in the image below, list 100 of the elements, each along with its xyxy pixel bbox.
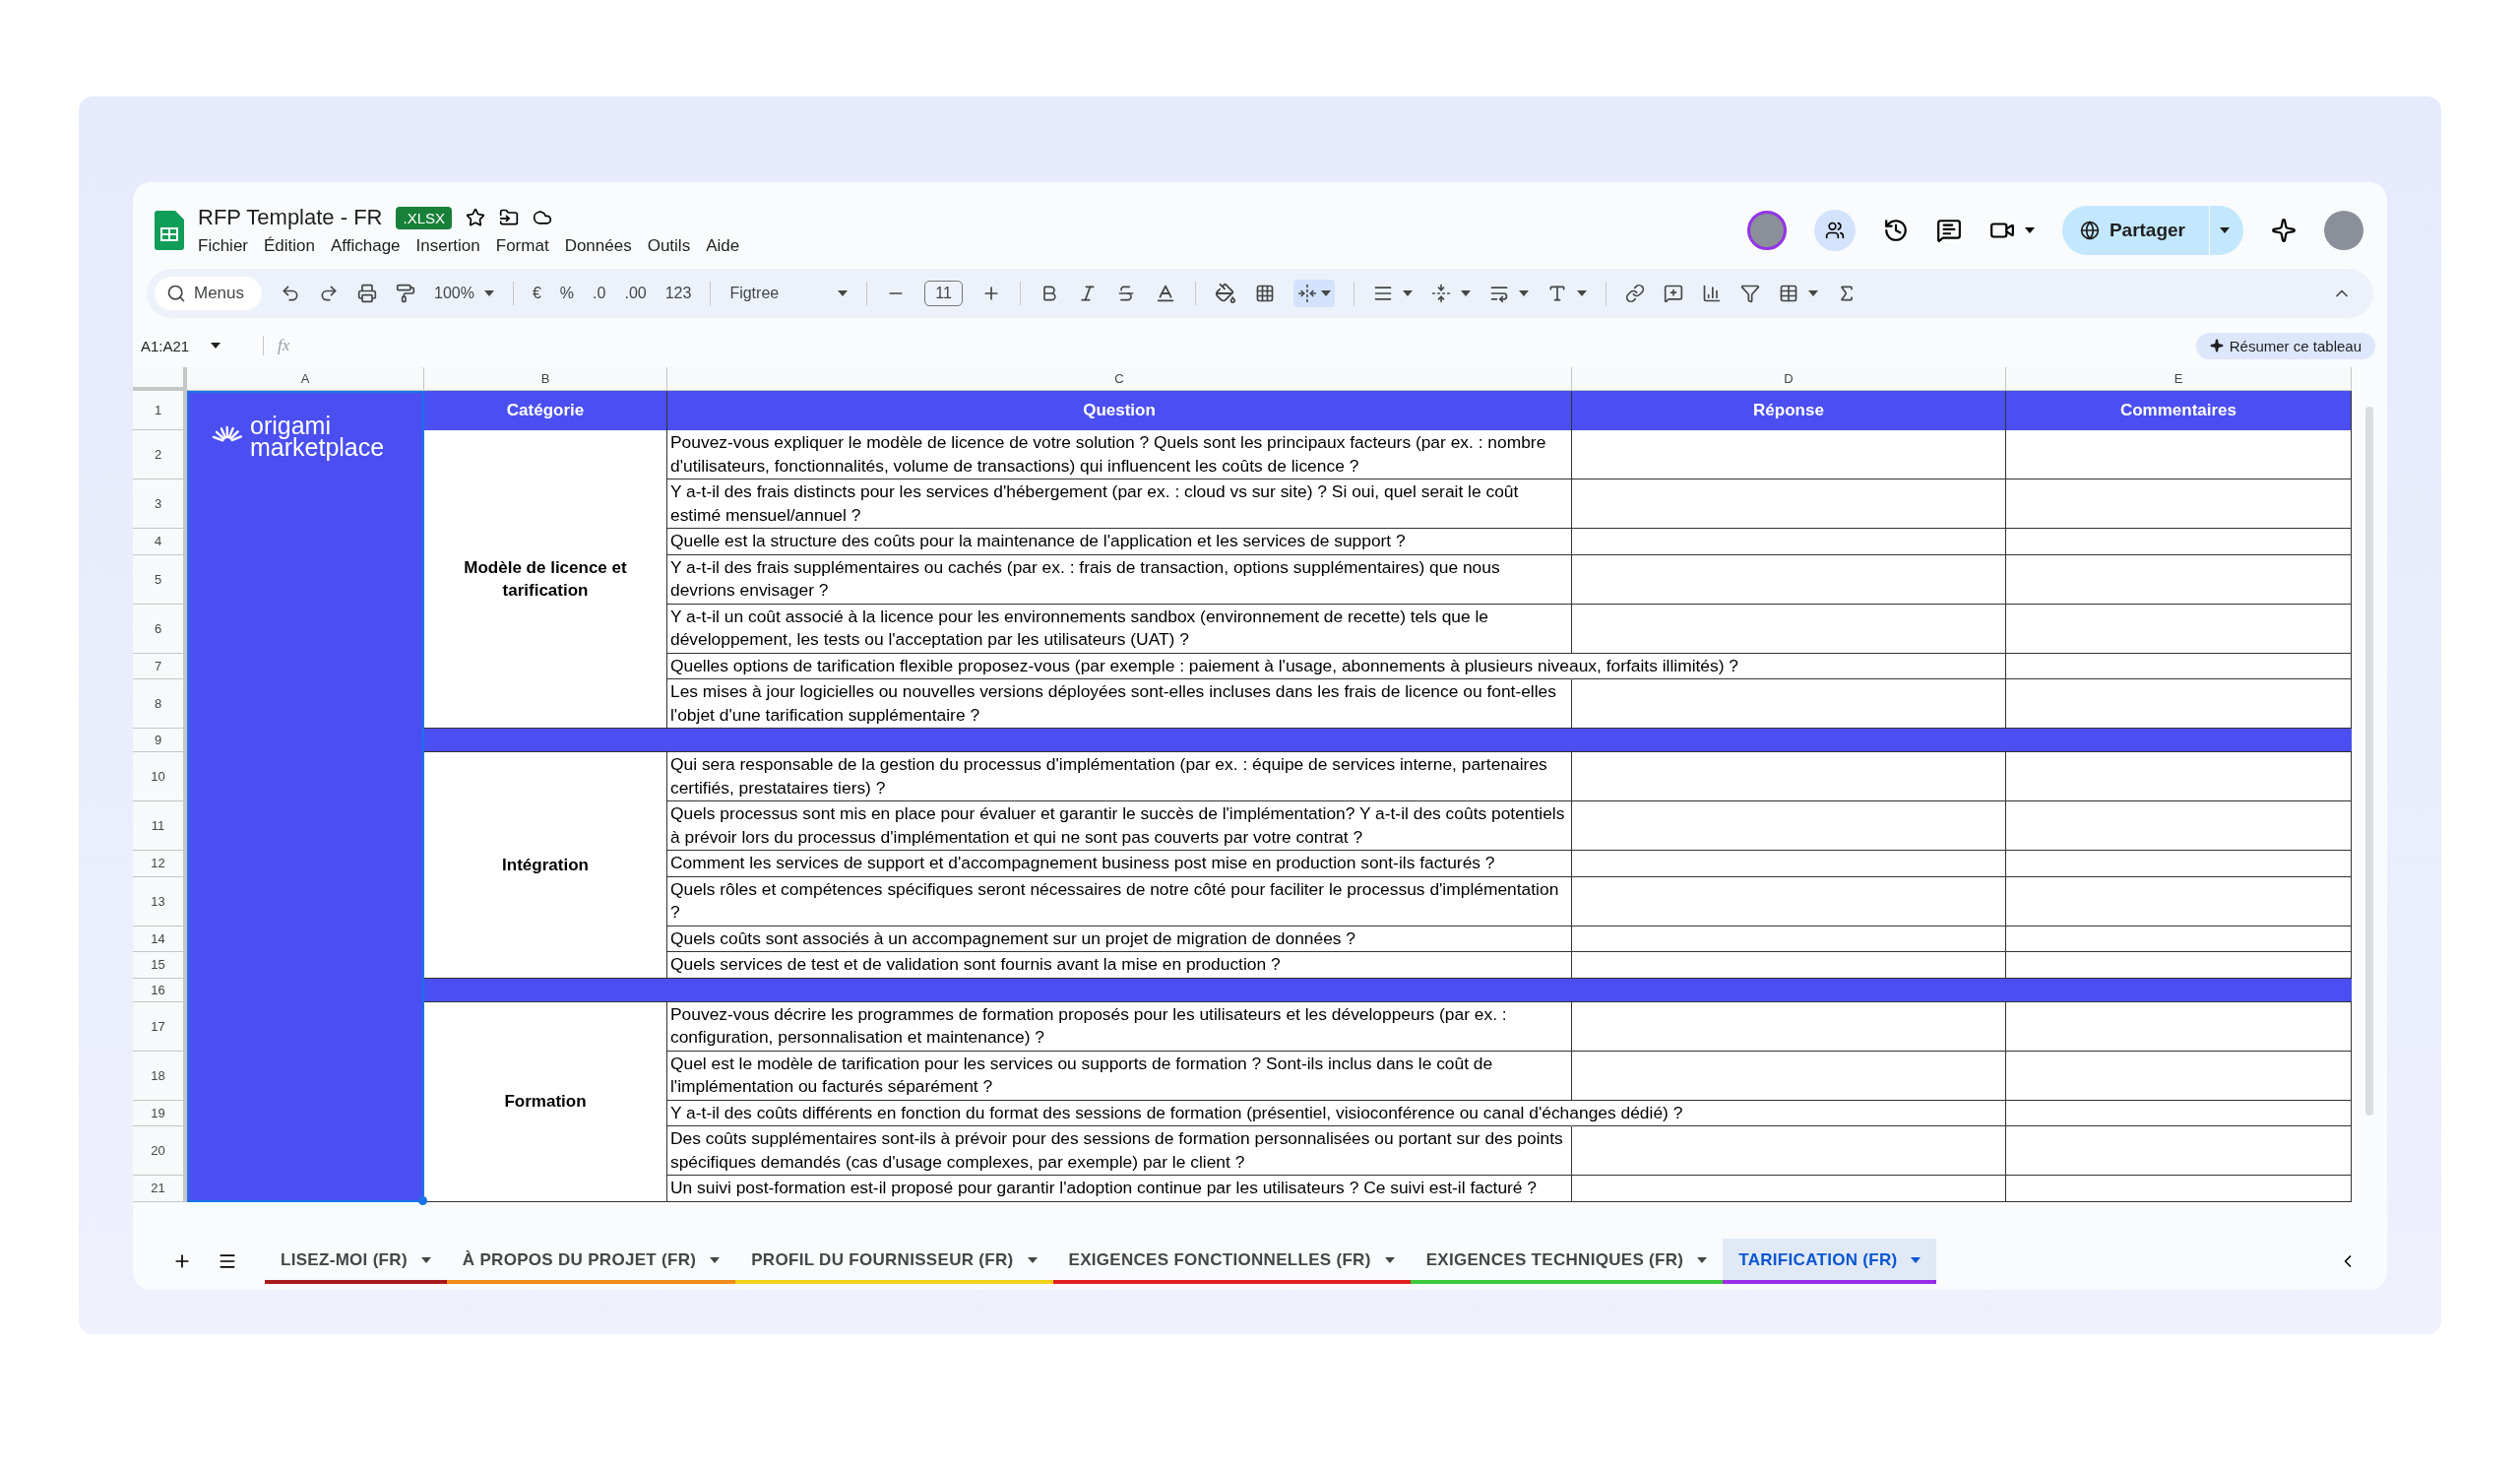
answer-cell[interactable] [1572,604,2006,654]
percent-format[interactable]: % [559,285,575,302]
row-number[interactable]: 11 [133,801,187,851]
menu-item[interactable]: Données [564,236,632,256]
comment-cell[interactable] [2006,653,2352,679]
font-family[interactable]: Figtree [729,285,780,302]
avatar[interactable] [2324,211,2363,250]
row-number[interactable]: 9 [133,729,187,752]
comment-cell[interactable] [2006,430,2352,479]
caret-icon[interactable] [1384,1257,1395,1263]
row-number[interactable]: 19 [133,1100,187,1126]
caret-icon[interactable] [483,290,494,296]
caret-icon[interactable] [2024,227,2035,233]
menu-item[interactable]: Outils [647,236,691,256]
menu-item[interactable]: Affichage [331,236,401,256]
caret-icon[interactable] [211,343,221,349]
row-number[interactable]: 6 [133,604,187,654]
answer-cell[interactable] [1572,801,2006,851]
row-number[interactable]: 1 [133,391,187,430]
row-number[interactable]: 7 [133,653,187,679]
answer-cell[interactable] [1572,479,2006,529]
comment-cell[interactable] [2006,554,2352,605]
comment-cell[interactable] [2006,752,2352,801]
comment-cell[interactable] [2006,604,2352,654]
caret-icon[interactable] [1027,1257,1038,1263]
menu-item[interactable]: Aide [706,236,740,256]
row-number[interactable]: 21 [133,1176,187,1202]
row-number[interactable]: 10 [133,752,187,801]
currency-format[interactable]: € [532,285,541,302]
sheet-tab[interactable]: À PROPOS DU PROJET (FR) [446,1239,736,1284]
column-header[interactable]: D [1572,367,2006,391]
wrap-icon[interactable] [1488,284,1509,303]
answer-cell[interactable] [1572,1176,2006,1202]
row-number[interactable]: 12 [133,851,187,877]
caret-icon[interactable] [2220,227,2230,233]
answer-cell[interactable] [1572,851,2006,877]
font-size-field[interactable]: 11 [924,281,963,306]
row-number[interactable]: 14 [133,926,187,952]
number-format[interactable]: 123 [664,285,692,302]
align-icon[interactable] [1372,284,1393,303]
sheet-tab[interactable]: EXIGENCES TECHNIQUES (FR) [1410,1239,1724,1284]
answer-cell[interactable] [1572,926,2006,952]
filter-icon[interactable] [1739,284,1760,303]
answer-cell[interactable] [1572,1001,2006,1052]
collaborators-button[interactable] [1813,210,1856,251]
answer-cell[interactable] [1572,1126,2006,1176]
sheet-tab[interactable]: PROFIL DU FOURNISSEUR (FR) [735,1239,1053,1284]
share-button[interactable]: Partager [2061,206,2243,255]
table-icon[interactable] [1778,284,1798,303]
scrollbar-thumb[interactable] [2365,407,2373,1116]
sparkle-icon[interactable] [2271,218,2297,243]
comment-cell[interactable] [2006,1100,2352,1126]
answer-cell[interactable] [1572,876,2006,927]
vertical-align-icon[interactable] [1430,284,1451,303]
row-number[interactable]: 15 [133,952,187,979]
selection-handle[interactable] [418,1195,427,1205]
sheet-tab[interactable]: TARIFICATION (FR) [1723,1239,1937,1284]
comment-cell[interactable] [2006,1176,2352,1202]
comment-cell[interactable] [2006,876,2352,927]
increase-decimals[interactable]: .00 [624,285,647,302]
column-header[interactable]: C [667,367,1572,391]
column-header[interactable]: E [2006,367,2352,391]
caret-icon[interactable] [1807,290,1818,296]
answer-cell[interactable] [1572,1051,2006,1101]
sheets-logo-icon[interactable] [155,211,184,250]
history-icon[interactable] [1882,218,1909,243]
comment-cell[interactable] [2006,479,2352,529]
zoom-value[interactable]: 100% [434,285,474,302]
answer-cell[interactable] [1572,554,2006,605]
answer-cell[interactable] [1572,529,2006,555]
name-box[interactable]: A1:A21 [141,337,190,354]
comment-cell[interactable] [2006,851,2352,877]
paint-format-icon[interactable] [396,284,416,303]
row-number[interactable]: 2 [133,430,187,479]
row-number[interactable]: 8 [133,679,187,729]
caret-icon[interactable] [1402,290,1413,296]
cloud-icon[interactable] [533,208,552,227]
caret-icon[interactable] [1460,290,1471,296]
caret-icon[interactable] [838,290,849,296]
row-number[interactable]: 4 [133,529,187,555]
caret-icon[interactable] [710,1257,721,1263]
menu-item[interactable]: Fichier [198,236,248,256]
column-header[interactable]: A [187,367,424,391]
sheet-tab[interactable]: EXIGENCES FONCTIONNELLES (FR) [1052,1239,1411,1284]
comment-cell[interactable] [2006,1001,2352,1052]
comment-cell[interactable] [2006,801,2352,851]
redo-icon[interactable] [319,284,340,303]
borders-icon[interactable] [1254,284,1275,303]
row-number[interactable]: 17 [133,1001,187,1052]
caret-icon[interactable] [1697,1257,1708,1263]
caret-icon[interactable] [1576,290,1587,296]
print-icon[interactable] [357,284,378,303]
row-number[interactable]: 16 [133,978,187,1002]
folder-icon[interactable] [499,208,519,227]
comment-icon[interactable] [1663,284,1683,303]
menu-item[interactable]: Insertion [415,236,480,256]
document-title[interactable]: RFP Template - FR [198,205,383,230]
menu-item[interactable]: Format [495,236,549,256]
caret-icon[interactable] [1518,290,1529,296]
answer-cell[interactable] [1572,430,2006,479]
